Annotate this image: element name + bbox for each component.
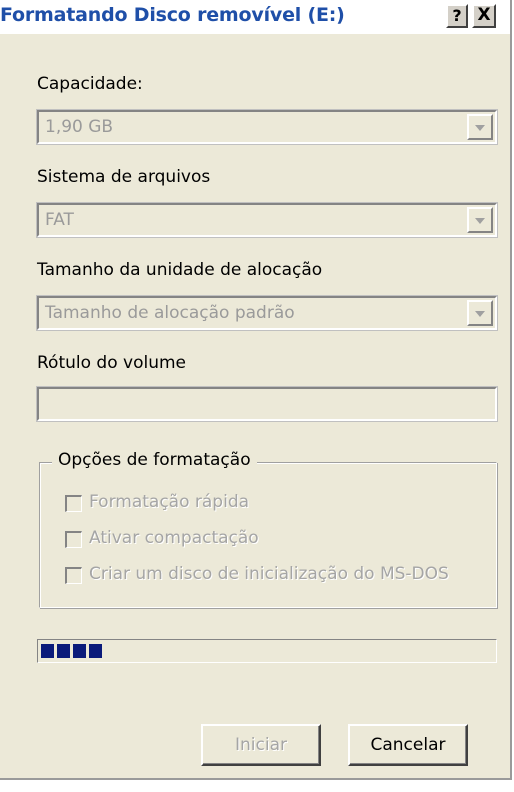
file-system-dropdown[interactable]: FAT — [36, 202, 498, 238]
enable-compression-checkbox[interactable] — [65, 531, 82, 548]
progress-block — [89, 644, 102, 658]
progress-fill — [41, 644, 102, 658]
allocation-unit-value: Tamanho de alocação padrão — [45, 303, 295, 323]
capacity-dropdown[interactable]: 1,90 GB — [36, 109, 498, 145]
chevron-down-icon — [475, 311, 485, 317]
allocation-unit-dropdown[interactable]: Tamanho de alocação padrão — [36, 295, 498, 331]
format-options-title: Opções de formatação — [52, 450, 257, 470]
enable-compression-label: Ativar compactação — [89, 528, 259, 548]
capacity-value: 1,90 GB — [45, 117, 114, 137]
msdos-startup-disk-checkbox[interactable] — [65, 567, 82, 584]
start-button[interactable]: Iniciar — [201, 724, 321, 766]
window-title: Formatando Disco removível (E:) — [0, 4, 345, 26]
allocation-unit-dropdown-arrow[interactable] — [467, 300, 493, 326]
volume-label-label: Rótulo do volume — [37, 353, 186, 373]
progress-block — [57, 644, 70, 658]
chevron-down-icon — [475, 218, 485, 224]
cancel-button[interactable]: Cancelar — [348, 724, 468, 766]
format-progress-bar — [37, 639, 497, 663]
capacity-label: Capacidade: — [37, 74, 143, 94]
file-system-dropdown-arrow[interactable] — [467, 207, 493, 233]
progress-block — [41, 644, 54, 658]
allocation-unit-label: Tamanho da unidade de alocação — [37, 260, 323, 280]
capacity-dropdown-arrow[interactable] — [467, 114, 493, 140]
file-system-label: Sistema de arquivos — [37, 167, 211, 187]
chevron-down-icon — [475, 125, 485, 131]
file-system-value: FAT — [45, 210, 74, 230]
volume-label-input[interactable] — [36, 386, 498, 422]
title-bar[interactable]: Formatando Disco removível (E:) ? X — [0, 0, 510, 34]
msdos-startup-disk-label: Criar um disco de inicialização do MS-DO… — [89, 564, 449, 584]
quick-format-label: Formatação rápida — [89, 492, 250, 512]
format-dialog: Formatando Disco removível (E:) ? X Capa… — [0, 0, 512, 780]
help-button[interactable]: ? — [446, 4, 468, 28]
quick-format-checkbox[interactable] — [65, 495, 82, 512]
progress-block — [73, 644, 86, 658]
close-button[interactable]: X — [472, 4, 496, 28]
